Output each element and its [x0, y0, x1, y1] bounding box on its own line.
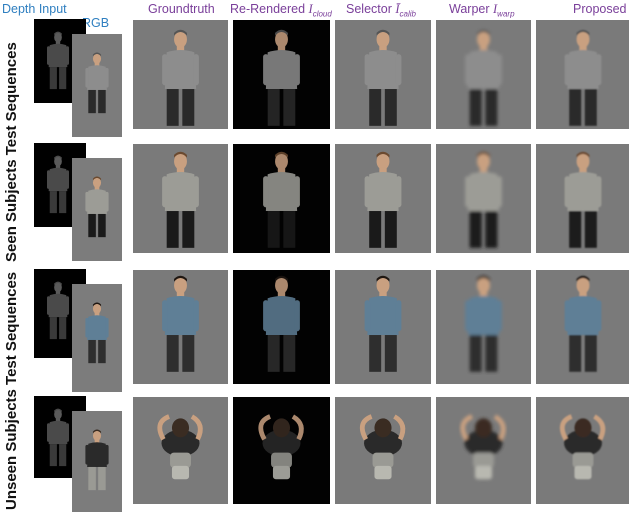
rerendered-image	[233, 144, 330, 253]
rgb-input-image	[72, 158, 122, 261]
header-selector-sub: calib	[399, 9, 416, 19]
header-rerendered: Re-Rendered Icloud	[230, 2, 332, 19]
header-selector-text: Selector	[346, 2, 392, 16]
proposed-image	[536, 397, 629, 504]
row-label-seen: Seen Subjects Test Sequences	[3, 42, 20, 262]
selector-image	[335, 144, 431, 253]
rerendered-image	[233, 20, 330, 129]
rgb-input-image	[72, 34, 122, 137]
rgb-input-image	[72, 284, 122, 392]
groundtruth-image	[133, 270, 228, 384]
warper-image	[436, 144, 531, 253]
selector-image	[335, 270, 431, 384]
header-rerendered-sub: cloud	[312, 9, 332, 19]
proposed-image	[536, 270, 629, 384]
header-rgb: RGB	[82, 16, 110, 30]
header-warper: Warper Iwarp	[449, 2, 515, 19]
selector-image	[335, 397, 431, 504]
proposed-image	[536, 20, 629, 129]
rerendered-image	[233, 270, 330, 384]
groundtruth-image	[133, 144, 228, 253]
proposed-image	[536, 144, 629, 253]
header-warper-text: Warper	[449, 2, 490, 16]
header-groundtruth: Groundtruth	[148, 2, 215, 16]
row-label-unseen: Unseen Subjects Test Sequences	[3, 271, 20, 510]
header-depth-input: Depth Input	[2, 2, 67, 16]
header-proposed: Proposed	[573, 2, 627, 16]
groundtruth-image	[133, 397, 228, 504]
header-rerendered-text: Re-Rendered	[230, 2, 306, 16]
rgb-input-image	[72, 411, 122, 512]
warper-image	[436, 270, 531, 384]
header-warper-sub: warp	[497, 9, 515, 19]
warper-image	[436, 20, 531, 129]
warper-image	[436, 397, 531, 504]
header-selector: Selector Īcalib	[346, 2, 416, 19]
rerendered-image	[233, 397, 330, 504]
selector-image	[335, 20, 431, 129]
groundtruth-image	[133, 20, 228, 129]
